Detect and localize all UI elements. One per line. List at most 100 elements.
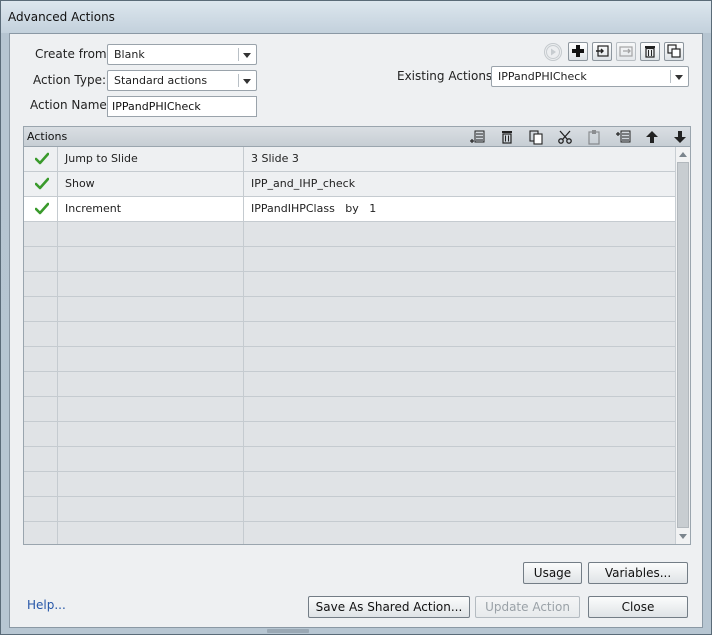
target-cell[interactable]	[244, 322, 675, 347]
scroll-up-icon[interactable]	[679, 152, 687, 157]
action-text: Show	[65, 177, 95, 190]
target-cell[interactable]	[244, 497, 675, 522]
empty-row[interactable]	[24, 522, 675, 544]
target-cell[interactable]: 3 Slide 3	[244, 147, 675, 172]
empty-row[interactable]	[24, 272, 675, 297]
target-cell[interactable]: IPPandIHPClass by 1	[244, 197, 675, 222]
empty-row[interactable]	[24, 222, 675, 247]
actions-grid-header: Actions	[24, 127, 690, 147]
table-row[interactable]: Jump to Slide 3 Slide 3	[24, 147, 675, 172]
action-cell[interactable]	[58, 522, 244, 544]
target-cell[interactable]: IPP_and_IHP_check	[244, 172, 675, 197]
action-type-select[interactable]: Standard actions	[107, 70, 257, 91]
insert-below-icon[interactable]	[615, 129, 631, 145]
advanced-actions-dialog: Advanced Actions Create from: Blank Acti…	[0, 0, 712, 635]
help-link[interactable]: Help...	[27, 598, 66, 612]
action-cell[interactable]: Increment	[58, 197, 244, 222]
resize-handle[interactable]	[267, 629, 309, 633]
arrow-down-icon[interactable]	[672, 129, 688, 145]
add-action-button[interactable]	[568, 42, 588, 61]
arrow-up-icon[interactable]	[644, 129, 660, 145]
action-cell[interactable]	[58, 347, 244, 372]
action-cell[interactable]	[58, 372, 244, 397]
checkmark-icon	[35, 177, 49, 190]
empty-row[interactable]	[24, 397, 675, 422]
status-cell	[24, 397, 58, 422]
create-from-select[interactable]: Blank	[107, 44, 257, 65]
paste-icon[interactable]	[586, 129, 602, 145]
trash-icon	[645, 46, 655, 58]
table-row[interactable]: Show IPP_and_IHP_check	[24, 172, 675, 197]
action-cell[interactable]	[58, 297, 244, 322]
action-cell[interactable]: Show	[58, 172, 244, 197]
action-cell[interactable]	[58, 222, 244, 247]
cut-icon[interactable]	[557, 129, 573, 145]
insert-row-icon[interactable]	[469, 129, 485, 145]
checkmark-icon	[35, 152, 49, 165]
close-button[interactable]: Close	[588, 596, 688, 618]
action-cell[interactable]	[58, 497, 244, 522]
import-icon	[596, 45, 609, 57]
status-cell	[24, 372, 58, 397]
empty-row[interactable]	[24, 497, 675, 522]
action-cell[interactable]	[58, 247, 244, 272]
status-cell	[24, 272, 58, 297]
target-cell[interactable]	[244, 447, 675, 472]
copy-icon[interactable]	[528, 129, 544, 145]
empty-row[interactable]	[24, 472, 675, 497]
action-cell[interactable]: Jump to Slide	[58, 147, 244, 172]
target-cell[interactable]	[244, 272, 675, 297]
action-cell[interactable]	[58, 472, 244, 497]
checkmark-icon	[35, 202, 49, 215]
usage-button[interactable]: Usage	[523, 562, 582, 584]
action-cell[interactable]	[58, 322, 244, 347]
empty-row[interactable]	[24, 422, 675, 447]
target-cell[interactable]	[244, 522, 675, 544]
duplicate-action-button[interactable]	[664, 42, 684, 61]
scroll-down-icon[interactable]	[679, 534, 687, 539]
export-action-button[interactable]	[616, 42, 636, 61]
empty-row[interactable]	[24, 247, 675, 272]
import-action-button[interactable]	[592, 42, 612, 61]
target-cell[interactable]	[244, 347, 675, 372]
vertical-scrollbar[interactable]	[675, 147, 690, 544]
empty-row[interactable]	[24, 297, 675, 322]
empty-row[interactable]	[24, 347, 675, 372]
scroll-thumb[interactable]	[677, 162, 689, 528]
action-name-field[interactable]	[108, 97, 256, 116]
actions-grid-title: Actions	[27, 130, 68, 143]
target-cell[interactable]	[244, 422, 675, 447]
trash-icon[interactable]	[499, 129, 515, 145]
action-cell[interactable]	[58, 422, 244, 447]
status-cell	[24, 147, 58, 172]
target-cell[interactable]	[244, 297, 675, 322]
preview-icon	[546, 45, 560, 59]
empty-row[interactable]	[24, 322, 675, 347]
combo-separator	[238, 48, 239, 61]
action-cell[interactable]	[58, 397, 244, 422]
save-shared-action-button[interactable]: Save As Shared Action...	[308, 596, 470, 618]
create-from-value: Blank	[114, 48, 145, 61]
delete-action-button[interactable]	[640, 42, 660, 61]
action-name-input[interactable]	[107, 96, 257, 117]
variables-button[interactable]: Variables...	[588, 562, 688, 584]
target-cell[interactable]	[244, 247, 675, 272]
target-cell[interactable]	[244, 397, 675, 422]
empty-row[interactable]	[24, 372, 675, 397]
table-row[interactable]: Increment IPPandIHPClass by 1	[24, 197, 675, 222]
target-cell[interactable]	[244, 372, 675, 397]
chevron-down-icon	[243, 79, 251, 84]
title-bar[interactable]: Advanced Actions	[1, 1, 711, 33]
update-action-button[interactable]: Update Action	[475, 596, 580, 618]
action-cell[interactable]	[58, 447, 244, 472]
target-cell[interactable]	[244, 222, 675, 247]
empty-row[interactable]	[24, 447, 675, 472]
preview-button[interactable]	[544, 43, 562, 61]
action-text: Increment	[65, 202, 122, 215]
status-cell	[24, 197, 58, 222]
action-type-label: Action Type:	[33, 73, 107, 87]
chevron-down-icon	[675, 75, 683, 80]
target-cell[interactable]	[244, 472, 675, 497]
action-cell[interactable]	[58, 272, 244, 297]
existing-actions-select[interactable]: IPPandPHICheck	[491, 66, 689, 87]
